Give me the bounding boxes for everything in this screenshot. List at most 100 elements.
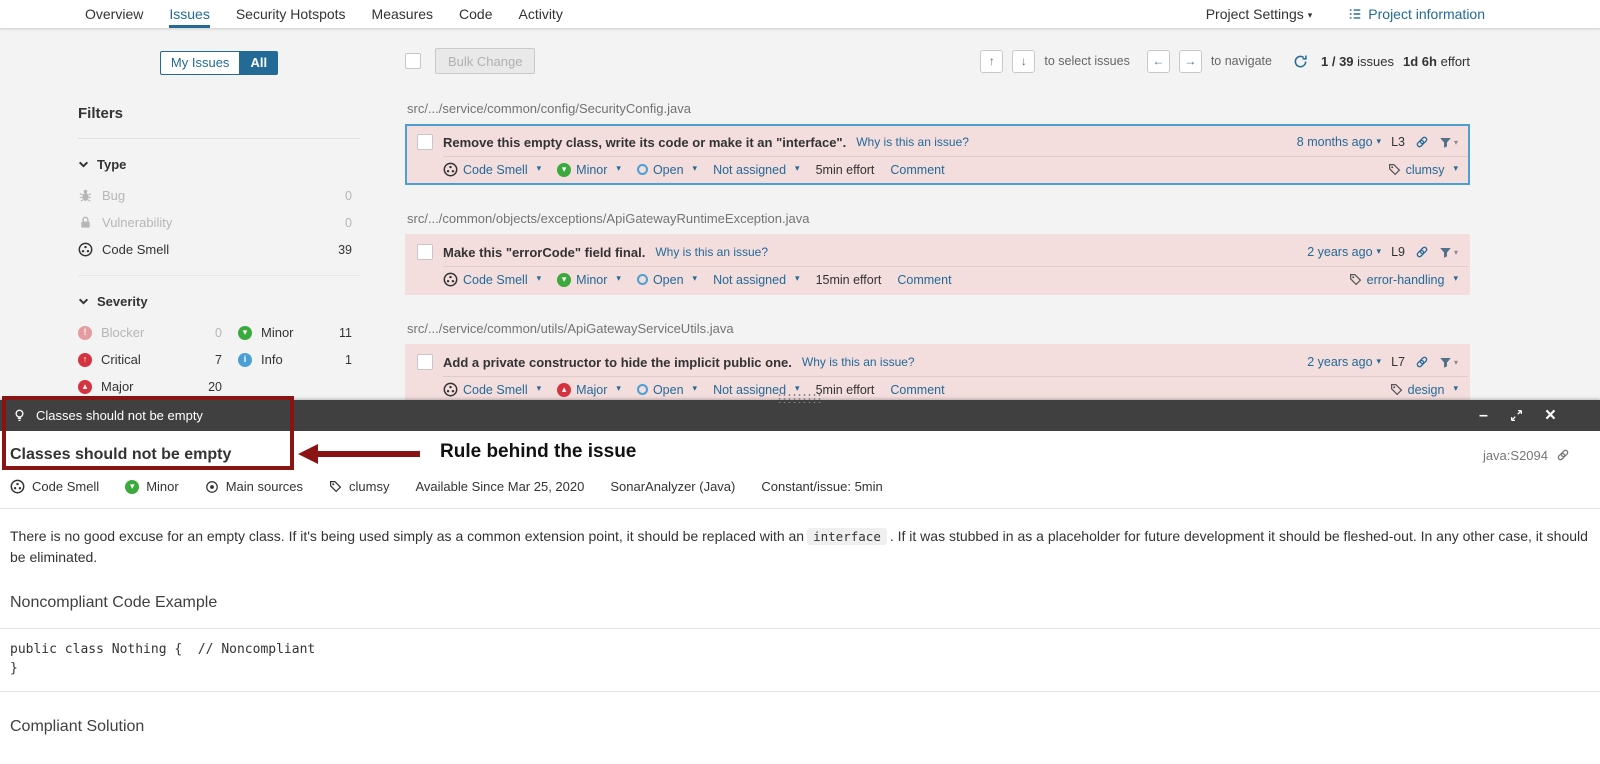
minor-severity-icon: ▾ — [557, 162, 572, 177]
facet-item-count: 0 — [345, 215, 352, 230]
issues-counter-suffix: issues — [1357, 53, 1395, 69]
issue-tags-dropdown[interactable]: design — [1390, 383, 1458, 397]
permalink-icon[interactable] — [1415, 245, 1429, 259]
nav-tabs: Overview Issues Security Hotspots Measur… — [0, 0, 563, 28]
issue-status-dropdown[interactable]: Open — [636, 383, 697, 397]
why-issue-link[interactable]: Why is this an issue? — [856, 135, 969, 149]
issue-type-dropdown[interactable]: Code Smell — [443, 272, 541, 287]
issue-line-number[interactable]: L3 — [1391, 135, 1405, 149]
issue-title-right: 8 months ago L3 — [1297, 135, 1458, 149]
tab-code[interactable]: Code — [459, 0, 492, 28]
filter-similar-icon[interactable] — [1439, 136, 1458, 149]
select-down-button[interactable]: ↓ — [1012, 49, 1036, 73]
issue-assignee-label: Not assigned — [713, 162, 787, 177]
fullscreen-icon[interactable] — [1510, 409, 1523, 422]
rule-scope-label: Main sources — [225, 479, 304, 494]
facet-item-count: 7 — [215, 352, 222, 367]
tab-security-hotspots[interactable]: Security Hotspots — [236, 0, 346, 28]
issue-actions-row: Code Smell ▴ Major Open Not assigned 5min… — [443, 376, 1468, 403]
issue-severity-dropdown[interactable]: ▾ Minor — [557, 272, 621, 287]
open-status-icon — [636, 274, 648, 285]
facet-item-count: 0 — [345, 188, 352, 203]
facet-item-label: Bug — [102, 188, 126, 203]
issue-severity-dropdown[interactable]: ▴ Major — [557, 382, 621, 397]
navigate-left-button[interactable]: ← — [1146, 49, 1170, 73]
navigate-right-button[interactable]: → — [1178, 49, 1202, 73]
issue-status-dropdown[interactable]: Open — [636, 163, 697, 177]
facet-item-info[interactable]: i Info 1 — [238, 346, 360, 373]
issue-status-dropdown[interactable]: Open — [636, 273, 697, 287]
compliant-heading: Compliant Solution — [10, 717, 145, 735]
comment-link[interactable]: Comment — [890, 163, 944, 177]
severity-facet-title: Severity — [97, 294, 148, 309]
facet-item-major[interactable]: ▴ Major 20 — [78, 373, 230, 400]
issue-title[interactable]: Make this "errorCode" field final. — [443, 245, 645, 260]
tab-issues[interactable]: Issues — [169, 0, 210, 28]
why-issue-link[interactable]: Why is this an issue? — [655, 245, 768, 259]
rule-description: There is no good excuse for an empty cla… — [0, 509, 1600, 568]
issue-type-dropdown[interactable]: Code Smell — [443, 162, 541, 177]
issue-actions-row: Code Smell ▾ Minor Open Not assigned 5min… — [443, 156, 1468, 183]
minor-severity-icon: ▾ — [238, 325, 252, 340]
issue-age-dropdown[interactable]: 2 years ago — [1307, 355, 1381, 369]
my-issues-toggle-button[interactable]: My Issues — [159, 51, 240, 75]
project-information-link[interactable]: Project information — [1348, 6, 1485, 22]
permalink-icon[interactable] — [1415, 355, 1429, 369]
select-up-button[interactable]: ↑ — [980, 49, 1004, 73]
issue-card[interactable]: Add a private constructor to hide the im… — [405, 344, 1470, 405]
issue-age-dropdown[interactable]: 8 months ago — [1297, 135, 1381, 149]
severity-facet-header[interactable]: Severity — [78, 294, 360, 309]
issue-title-row: Add a private constructor to hide the im… — [407, 346, 1468, 376]
issue-assignee-dropdown[interactable]: Not assigned — [713, 163, 800, 177]
project-settings-dropdown[interactable]: Project Settings — [1206, 6, 1313, 22]
comment-link[interactable]: Comment — [890, 383, 944, 397]
filter-similar-icon[interactable] — [1439, 246, 1458, 259]
tab-measures[interactable]: Measures — [372, 0, 433, 28]
issue-line-number[interactable]: L9 — [1391, 245, 1405, 259]
issue-checkbox[interactable] — [417, 354, 433, 370]
close-icon[interactable]: × — [1545, 406, 1556, 425]
permalink-icon[interactable] — [1415, 135, 1429, 149]
type-facet-title: Type — [97, 157, 127, 172]
target-icon — [205, 480, 219, 494]
issue-card[interactable]: Remove this empty class, write its code … — [405, 124, 1470, 185]
panel-resize-handle[interactable] — [777, 393, 823, 403]
issue-checkbox[interactable] — [417, 244, 433, 260]
tab-overview[interactable]: Overview — [85, 0, 143, 28]
issue-type-dropdown[interactable]: Code Smell — [443, 382, 541, 397]
issue-checkbox[interactable] — [417, 134, 433, 150]
tab-activity[interactable]: Activity — [518, 0, 562, 28]
rule-scope: Main sources — [205, 479, 303, 494]
rule-permalink-icon[interactable] — [1556, 448, 1570, 462]
facet-item-label: Critical — [101, 352, 141, 367]
issue-file-path: src/.../common/objects/exceptions/ApiGat… — [407, 211, 810, 226]
top-navigation: Overview Issues Security Hotspots Measur… — [0, 0, 1600, 29]
facet-item-minor[interactable]: ▾ Minor 11 — [238, 319, 360, 346]
bulk-change-button[interactable]: Bulk Change — [435, 48, 536, 74]
panel-window-controls: – × — [1479, 406, 1556, 425]
issue-assignee-dropdown[interactable]: Not assigned — [713, 273, 800, 287]
issue-severity-dropdown[interactable]: ▾ Minor — [557, 162, 621, 177]
comment-link[interactable]: Comment — [897, 273, 951, 287]
minimize-icon[interactable]: – — [1479, 407, 1488, 425]
app-body: My Issues All Filters Type Bug 0 Vulnera… — [0, 29, 1600, 764]
issue-actions-row: Code Smell ▾ Minor Open Not assigned 15mi… — [443, 266, 1468, 293]
reload-icon[interactable] — [1293, 54, 1308, 69]
noncompliant-code-block: public class Nothing { // Noncompliant } — [0, 628, 1600, 692]
filter-similar-icon[interactable] — [1439, 356, 1458, 369]
issue-tags-dropdown[interactable]: error-handling — [1349, 273, 1458, 287]
facet-item-code-smell[interactable]: Code Smell 39 — [78, 236, 360, 263]
type-facet-header[interactable]: Type — [78, 157, 360, 172]
issue-title[interactable]: Add a private constructor to hide the im… — [443, 355, 792, 370]
select-all-checkbox[interactable] — [405, 53, 421, 69]
why-issue-link[interactable]: Why is this an issue? — [802, 355, 915, 369]
tag-icon — [1349, 273, 1362, 286]
issue-age-dropdown[interactable]: 2 years ago — [1307, 245, 1381, 259]
all-issues-toggle-button[interactable]: All — [239, 51, 279, 75]
issue-tags-dropdown[interactable]: clumsy — [1388, 163, 1458, 177]
issue-title[interactable]: Remove this empty class, write its code … — [443, 135, 846, 150]
issue-line-number[interactable]: L7 — [1391, 355, 1405, 369]
project-information-label: Project information — [1368, 6, 1485, 22]
facet-item-critical[interactable]: ↑ Critical 7 — [78, 346, 230, 373]
issue-card[interactable]: Make this "errorCode" field final. Why i… — [405, 234, 1470, 295]
